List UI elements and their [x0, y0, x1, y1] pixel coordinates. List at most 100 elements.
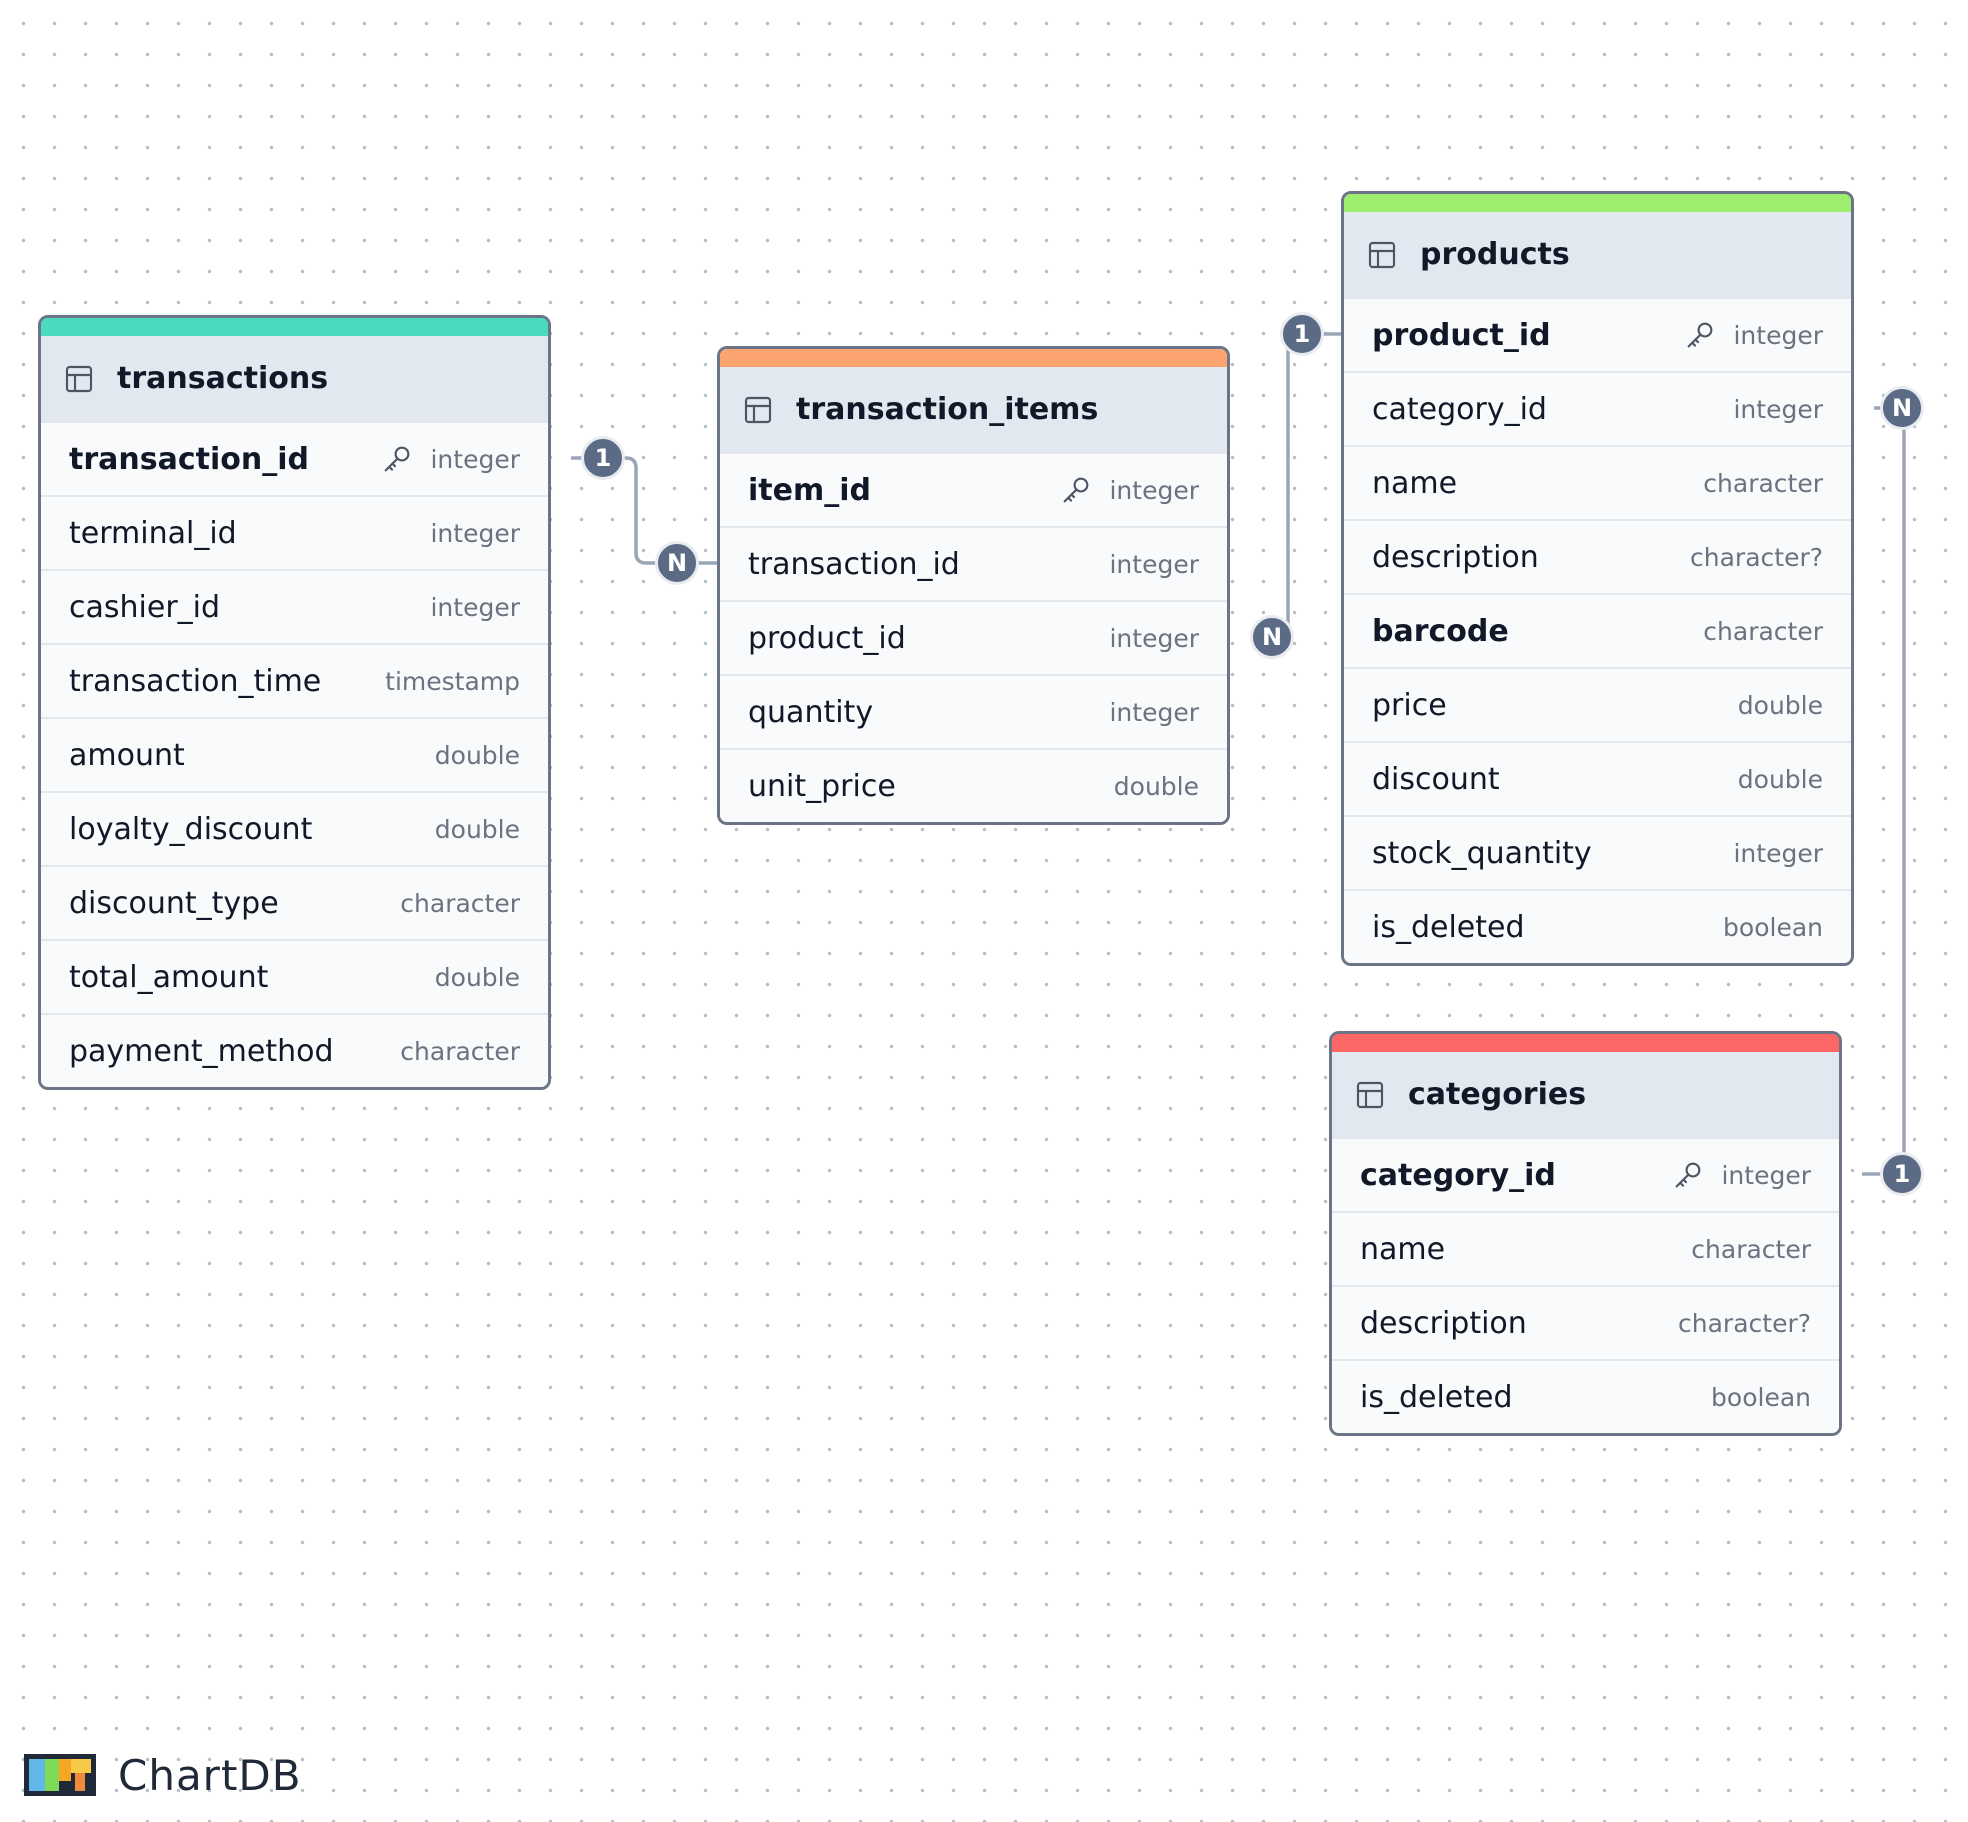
field-row[interactable]: price double [1344, 667, 1851, 741]
field-row[interactable]: terminal_id integer [41, 495, 548, 569]
field-row[interactable]: transaction_id integer [41, 421, 548, 495]
cardinality-badge-many: N [655, 541, 699, 585]
cardinality-badge-many: N [1250, 615, 1294, 659]
field-meta: integer [1671, 1158, 1811, 1192]
field-type: double [1737, 764, 1823, 794]
field-row[interactable]: is_deleted boolean [1344, 889, 1851, 963]
field-type: integer [430, 592, 520, 622]
table-header[interactable]: categories [1332, 1052, 1839, 1137]
field-meta: boolean [1723, 913, 1823, 942]
field-meta: character [1703, 469, 1823, 498]
table-transactions[interactable]: transactions transaction_id integer termina… [38, 315, 551, 1090]
table-color-bar [41, 318, 548, 336]
field-row[interactable]: product_id integer [720, 600, 1227, 674]
field-name: transaction_id [748, 546, 960, 582]
field-name: terminal_id [69, 515, 237, 551]
field-type: integer [1109, 697, 1199, 727]
field-meta: integer [1109, 624, 1199, 653]
field-name: item_id [748, 472, 871, 508]
field-meta: timestamp [385, 667, 520, 696]
field-name: category_id [1372, 391, 1547, 427]
field-type: double [434, 962, 520, 992]
table-products[interactable]: products product_id integer category_id inte… [1341, 191, 1854, 966]
field-row[interactable]: name character [1332, 1211, 1839, 1285]
field-row[interactable]: name character [1344, 445, 1851, 519]
field-meta: integer [430, 519, 520, 548]
field-row[interactable]: category_id integer [1344, 371, 1851, 445]
primary-key-icon [1683, 318, 1717, 352]
field-row[interactable]: transaction_id integer [720, 526, 1227, 600]
table-name: transactions [117, 361, 329, 396]
table-name: products [1420, 237, 1570, 272]
field-row[interactable]: loyalty_discount double [41, 791, 548, 865]
field-row[interactable]: category_id integer [1332, 1137, 1839, 1211]
field-meta: double [435, 963, 520, 992]
field-name: description [1372, 539, 1539, 575]
field-meta: double [435, 815, 520, 844]
field-row[interactable]: unit_price double [720, 748, 1227, 822]
primary-key-icon [380, 442, 414, 476]
field-type: character [400, 1036, 520, 1066]
table-transaction_items[interactable]: transaction_items item_id integer transacti… [717, 346, 1230, 825]
field-type: boolean [1711, 1382, 1811, 1412]
field-name: product_id [1372, 317, 1551, 353]
field-type: double [434, 814, 520, 844]
field-meta: integer [1059, 473, 1199, 507]
field-type: integer [1721, 1160, 1811, 1190]
field-meta: integer [1733, 395, 1823, 424]
field-type: timestamp [385, 666, 520, 696]
field-name: payment_method [69, 1033, 334, 1069]
table-color-bar [1344, 194, 1851, 212]
field-name: product_id [748, 620, 906, 656]
field-meta: character [1703, 617, 1823, 646]
field-meta: integer [380, 442, 520, 476]
field-type: integer [1733, 320, 1823, 350]
cardinality-badge-one: 1 [581, 436, 625, 480]
field-row[interactable]: total_amount double [41, 939, 548, 1013]
field-row[interactable]: amount double [41, 717, 548, 791]
field-name: transaction_time [69, 663, 322, 699]
field-row[interactable]: item_id integer [720, 452, 1227, 526]
field-meta: integer [1109, 698, 1199, 727]
field-row[interactable]: transaction_time timestamp [41, 643, 548, 717]
field-row[interactable]: is_deleted boolean [1332, 1359, 1839, 1433]
table-header[interactable]: transactions [41, 336, 548, 421]
field-name: discount [1372, 761, 1500, 797]
table-categories[interactable]: categories category_id integer name characte… [1329, 1031, 1842, 1436]
table-color-bar [720, 349, 1227, 367]
field-row[interactable]: product_id integer [1344, 297, 1851, 371]
field-row[interactable]: stock_quantity integer [1344, 815, 1851, 889]
field-name: unit_price [748, 768, 896, 804]
field-row[interactable]: description character? [1332, 1285, 1839, 1359]
field-name: transaction_id [69, 441, 309, 477]
table-color-bar [1332, 1034, 1839, 1052]
field-row[interactable]: discount_type character [41, 865, 548, 939]
field-row[interactable]: description character? [1344, 519, 1851, 593]
cardinality-badge-one: 1 [1280, 312, 1324, 356]
field-type: character [1691, 1234, 1811, 1264]
field-row[interactable]: barcode character [1344, 593, 1851, 667]
table-header[interactable]: transaction_items [720, 367, 1227, 452]
relationship-edge[interactable] [1250, 332, 1341, 639]
cardinality-badge-many: N [1880, 386, 1924, 430]
field-name: quantity [748, 694, 874, 730]
field-meta: character [1691, 1235, 1811, 1264]
diagram-canvas[interactable]: transactions transaction_id integer termina… [0, 0, 1968, 1822]
relationship-edge[interactable] [1862, 406, 1906, 1176]
chartdb-logo: ChartDB [22, 1750, 302, 1800]
table-icon [1354, 1079, 1386, 1111]
field-row[interactable]: payment_method character [41, 1013, 548, 1087]
table-icon [742, 394, 774, 426]
field-row[interactable]: quantity integer [720, 674, 1227, 748]
field-row[interactable]: discount double [1344, 741, 1851, 815]
field-type: character [1703, 616, 1823, 646]
field-meta: double [1114, 772, 1199, 801]
cardinality-badge-one: 1 [1880, 1152, 1924, 1196]
field-meta: boolean [1711, 1383, 1811, 1412]
table-header[interactable]: products [1344, 212, 1851, 297]
field-row[interactable]: cashier_id integer [41, 569, 548, 643]
field-meta: character [400, 889, 520, 918]
logo-text: ChartDB [118, 1750, 302, 1800]
chartdb-logo-icon [24, 1754, 96, 1796]
field-type: double [434, 740, 520, 770]
